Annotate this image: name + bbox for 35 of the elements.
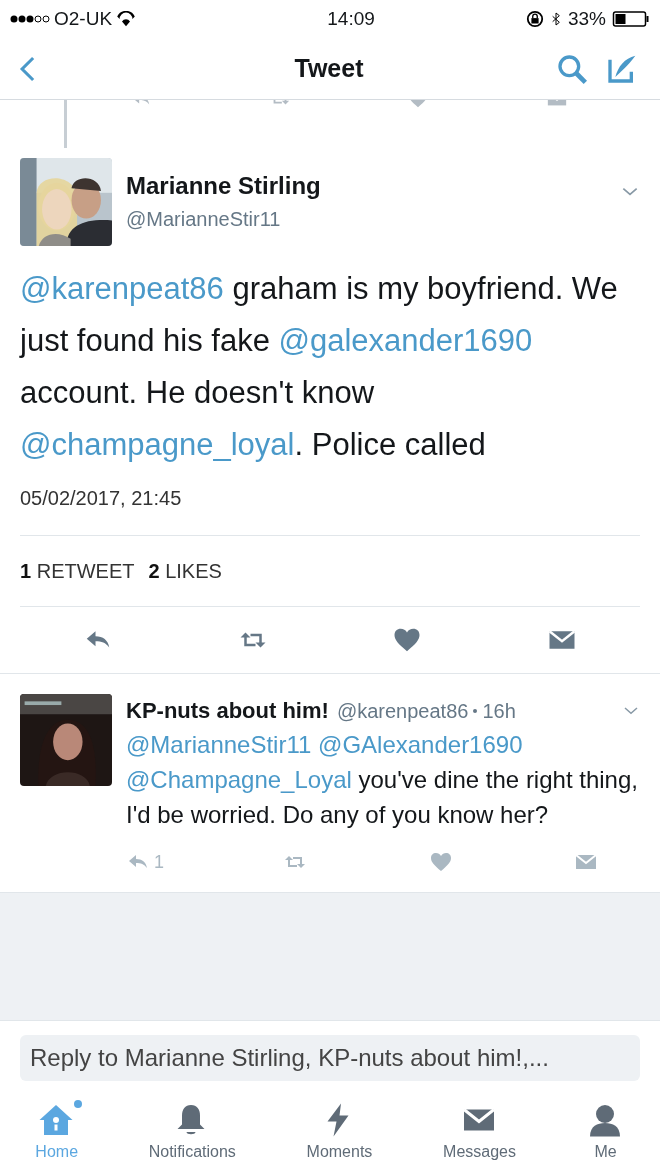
clock-time: 14:09 <box>327 6 375 31</box>
separator-dot-icon <box>473 708 478 713</box>
tweet-text: @karenpeat86 graham is my boyfriend. We just found his fake @galexander1690 account. He doesn't know @champagne_loyal. Police called <box>20 270 619 464</box>
reply-field[interactable]: Reply to Marianne Stirling, KP-nuts about him!,... <box>20 1035 640 1081</box>
tweet-time: 16h <box>482 698 516 724</box>
signal-icon <box>10 14 50 24</box>
author-handle: @MarianneStir11 <box>126 207 282 232</box>
carrier-name: O2-UK <box>54 6 113 31</box>
mention-link[interactable]: @Champagne_Loyal <box>126 766 352 793</box>
tweet-date: 05/02/2017, 21:45 <box>20 486 183 511</box>
author-handle: @karenpeat86 <box>336 698 469 724</box>
tab-button[interactable]: Notifications <box>148 1102 236 1164</box>
reply-button[interactable]: 1 <box>126 848 164 876</box>
stat-count[interactable]: 2 LIKES <box>148 556 222 586</box>
tab-button[interactable]: Messages <box>443 1102 516 1164</box>
tab-button[interactable]: Home <box>35 1102 79 1164</box>
rotation-lock-icon <box>525 10 544 28</box>
mention-link[interactable]: @galexander1690 <box>278 323 533 358</box>
battery-percent: 33% <box>567 6 606 31</box>
author-name: KP-nuts about him! <box>126 697 329 725</box>
tab-button[interactable]: Moments <box>306 1102 373 1164</box>
reply-text: @MarianneStir11 @GAlexander1690 @Champagne_Loyal you've dine the right thing, I'd be worried. Do any of you know her? <box>126 730 639 830</box>
author-name: Marianne Stirling <box>126 171 322 201</box>
mention-link[interactable]: @karenpeat86 <box>20 271 224 306</box>
battery-icon <box>612 11 650 27</box>
mention-link[interactable]: @MarianneStir11 <box>126 731 312 758</box>
tab-button[interactable]: Me <box>586 1102 625 1164</box>
search-icon <box>556 52 588 85</box>
wifi-icon <box>116 11 137 27</box>
mention-link[interactable]: @GAlexander1690 <box>318 731 523 758</box>
thread-line <box>64 100 67 148</box>
screen-title: Tweet <box>293 52 365 84</box>
stat-count[interactable]: 1 RETWEET <box>20 556 135 586</box>
mention-link[interactable]: @champagne_loyal <box>20 427 295 462</box>
house-icon <box>37 1102 74 1138</box>
